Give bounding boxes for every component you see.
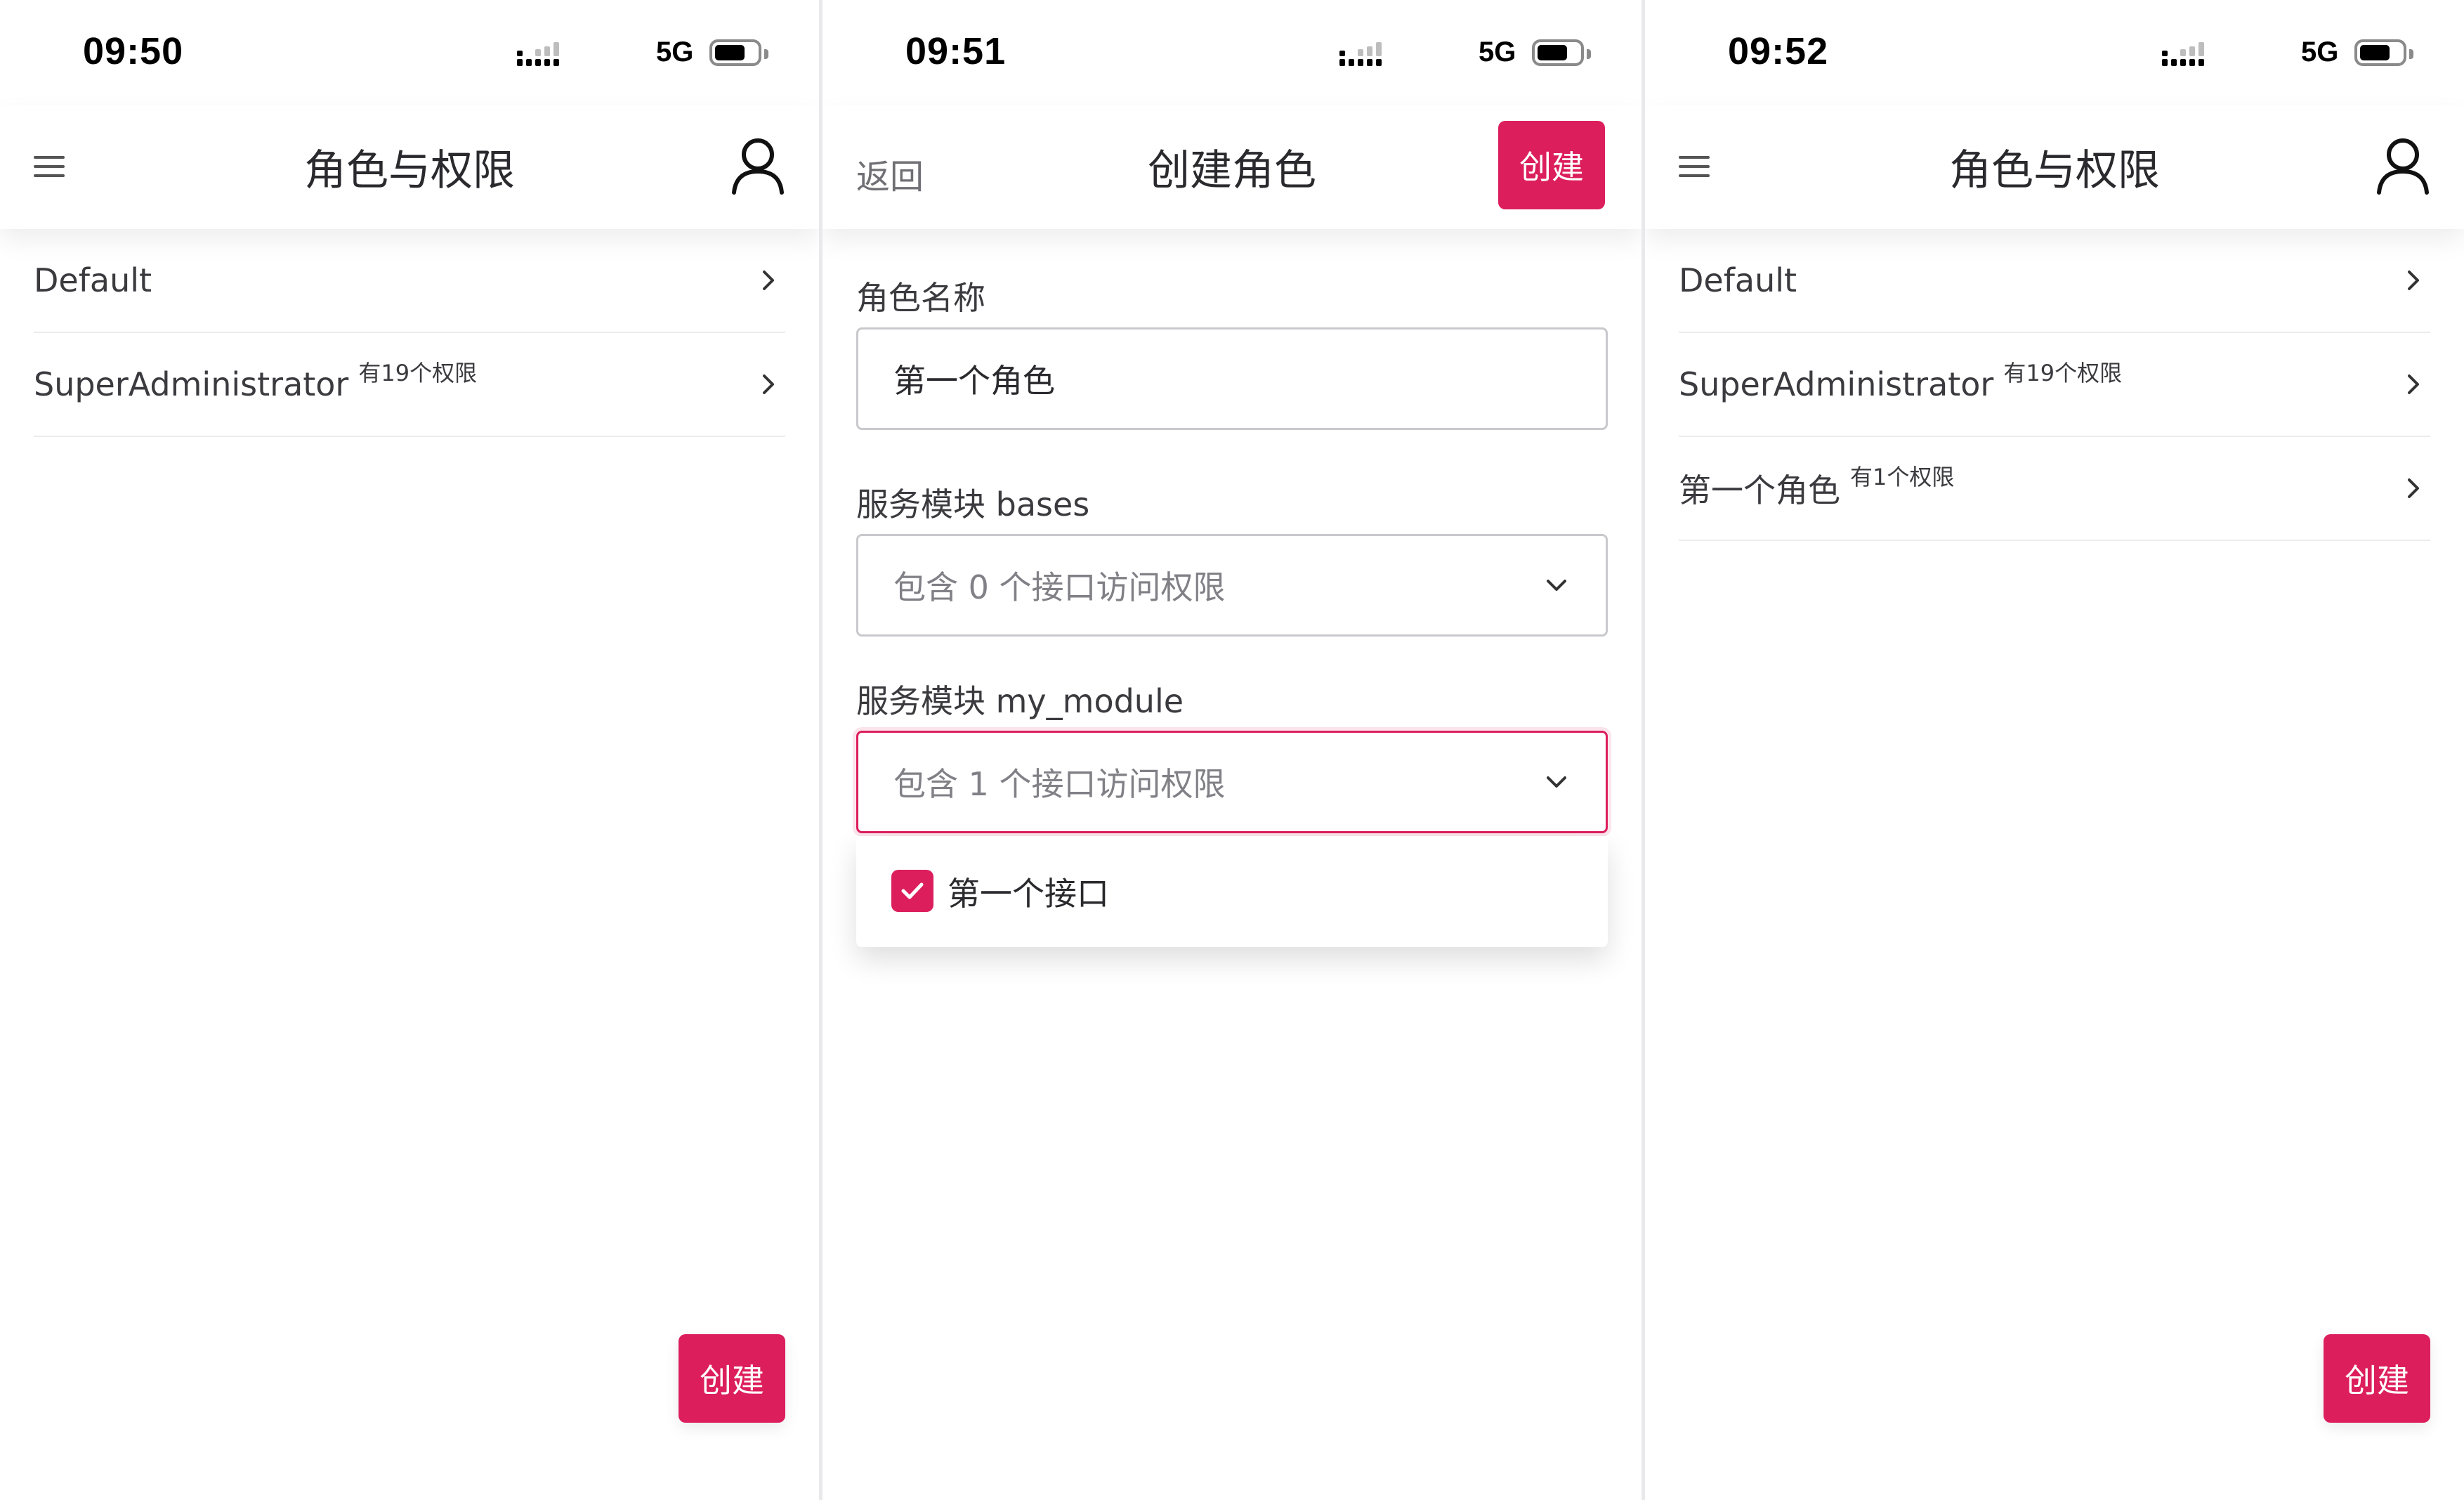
role-name: SuperAdministrator: [34, 365, 349, 403]
module-dropdown-menu: 第一个接口: [856, 836, 1608, 947]
chevron-right-icon: [2408, 478, 2419, 498]
chevron-down-icon: [1547, 580, 1566, 591]
network-type: 5G: [2301, 37, 2339, 67]
role-name: 第一个角色: [1679, 471, 1840, 509]
user-icon[interactable]: [2375, 135, 2430, 195]
status-bar: 09:51 5G: [823, 0, 1641, 105]
chevron-right-icon: [2408, 270, 2419, 290]
status-time: 09:50: [83, 30, 184, 72]
network-type: 5G: [656, 37, 694, 67]
role-name-input[interactable]: 第一个角色: [856, 327, 1608, 430]
select-value: 包含 1 个接口访问权限: [893, 765, 1226, 803]
page-title: 角色与权限: [1949, 146, 2160, 195]
top-bar: 角色与权限: [1645, 105, 2464, 229]
role-list: Default SuperAdministrator 有19个权限 第一个角色 …: [1679, 229, 2430, 541]
module-bases-label: 服务模块 bases: [856, 485, 1090, 523]
module-my-module-label: 服务模块 my_module: [856, 682, 1184, 720]
battery-icon: [709, 39, 768, 66]
role-name-label: 角色名称: [856, 279, 985, 317]
signal-icon: [517, 42, 559, 66]
chevron-right-icon: [763, 270, 774, 290]
top-bar: 返回 创建角色 创建: [823, 105, 1641, 229]
role-name: Default: [34, 261, 152, 299]
role-row-superadministrator[interactable]: SuperAdministrator 有19个权限: [1679, 333, 2430, 437]
status-bar: 09:50 5G: [0, 0, 819, 105]
module-bases-select[interactable]: 包含 0 个接口访问权限: [856, 534, 1608, 637]
screen-create-role: 09:51 5G 返回 创建角色 创建 角色名称 第一个角色 服务模块 base…: [823, 0, 1641, 1500]
permission-count: 有1个权限: [1850, 464, 1955, 490]
network-type: 5G: [1479, 37, 1516, 67]
status-bar: 09:52 5G: [1645, 0, 2464, 105]
permission-count: 有19个权限: [2003, 360, 2123, 386]
screen-role-list: 09:50 5G 角色与权限 Default SuperAdministrato…: [0, 0, 819, 1500]
create-button[interactable]: 创建: [1498, 121, 1605, 209]
check-icon: [901, 882, 924, 899]
top-bar: 角色与权限: [0, 105, 819, 229]
create-role-button[interactable]: 创建: [679, 1334, 785, 1423]
permission-count: 有19个权限: [358, 360, 478, 386]
role-name: Default: [1679, 261, 1797, 299]
status-time: 09:52: [1728, 30, 1829, 72]
select-value: 包含 0 个接口访问权限: [893, 568, 1226, 606]
module-my-module-select[interactable]: 包含 1 个接口访问权限: [856, 731, 1608, 833]
status-time: 09:51: [905, 30, 1007, 72]
role-row-default[interactable]: Default: [1679, 229, 2430, 333]
signal-icon: [1339, 42, 1382, 66]
battery-icon: [1532, 39, 1591, 66]
role-row-superadministrator[interactable]: SuperAdministrator 有19个权限: [34, 333, 785, 437]
role-list: Default SuperAdministrator 有19个权限: [34, 229, 785, 437]
user-icon[interactable]: [730, 135, 785, 195]
interface-option-label[interactable]: 第一个接口: [948, 868, 1109, 915]
chevron-right-icon: [763, 374, 774, 394]
role-row-default[interactable]: Default: [34, 229, 785, 333]
chevron-right-icon: [2408, 374, 2419, 394]
role-row-first-role[interactable]: 第一个角色 有1个权限: [1679, 437, 2430, 541]
create-role-button[interactable]: 创建: [2324, 1334, 2430, 1423]
role-name: SuperAdministrator: [1679, 365, 1994, 403]
chevron-down-icon: [1547, 776, 1566, 788]
battery-icon: [2354, 39, 2413, 66]
screen-role-list-updated: 09:52 5G 角色与权限 Default SuperAdministrato…: [1645, 0, 2464, 1500]
signal-icon: [2162, 42, 2204, 66]
page-title: 角色与权限: [304, 146, 515, 195]
interface-checkbox[interactable]: [891, 870, 933, 912]
